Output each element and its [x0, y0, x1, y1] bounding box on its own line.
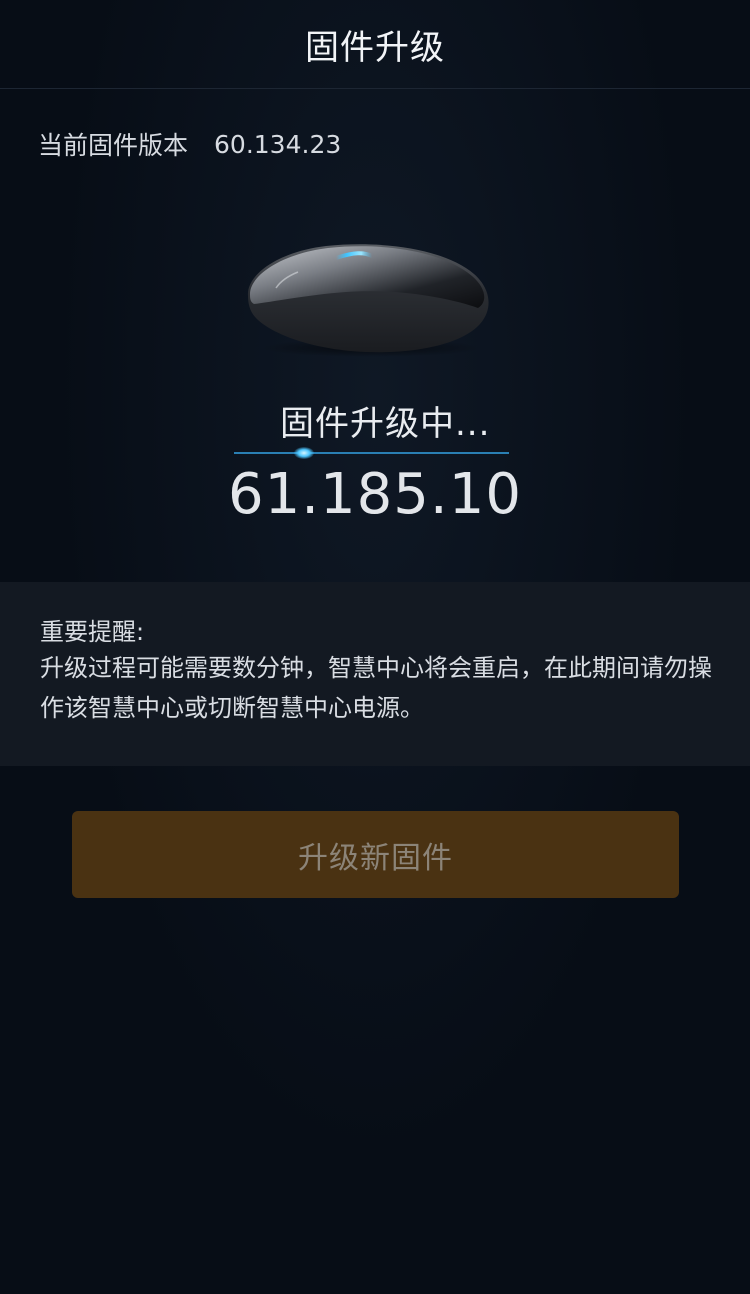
notice-title: 重要提醒: [40, 618, 145, 646]
progress-indicator-dot [294, 447, 314, 459]
current-firmware-row: 当前固件版本 60.134.23 [38, 124, 341, 164]
current-firmware-label: 当前固件版本 [38, 131, 189, 160]
notice-panel: 重要提醒: 升级过程可能需要数分钟，智慧中心将会重启，在此期间请勿操作该智慧中心… [0, 582, 750, 766]
upgrade-status-text: 固件升级中... [280, 404, 491, 444]
smart-hub-device-image [247, 244, 489, 357]
firmware-upgrade-page: 固件升级 当前固件版本 60.134.23 固件升级中... 61.185.10… [0, 0, 750, 1294]
upgrade-progress-line [234, 452, 509, 454]
current-firmware-version: 60.134.23 [214, 129, 342, 159]
notice-body: 升级过程可能需要数分钟，智慧中心将会重启，在此期间请勿操作该智慧中心或切断智慧中… [40, 654, 712, 722]
header-bar: 固件升级 [0, 0, 750, 89]
upgrade-firmware-button[interactable]: 升级新固件 [72, 811, 679, 898]
page-title: 固件升级 [305, 27, 445, 68]
target-firmware-version: 61.185.10 [227, 462, 522, 527]
upgrade-firmware-button-label: 升级新固件 [298, 840, 453, 876]
